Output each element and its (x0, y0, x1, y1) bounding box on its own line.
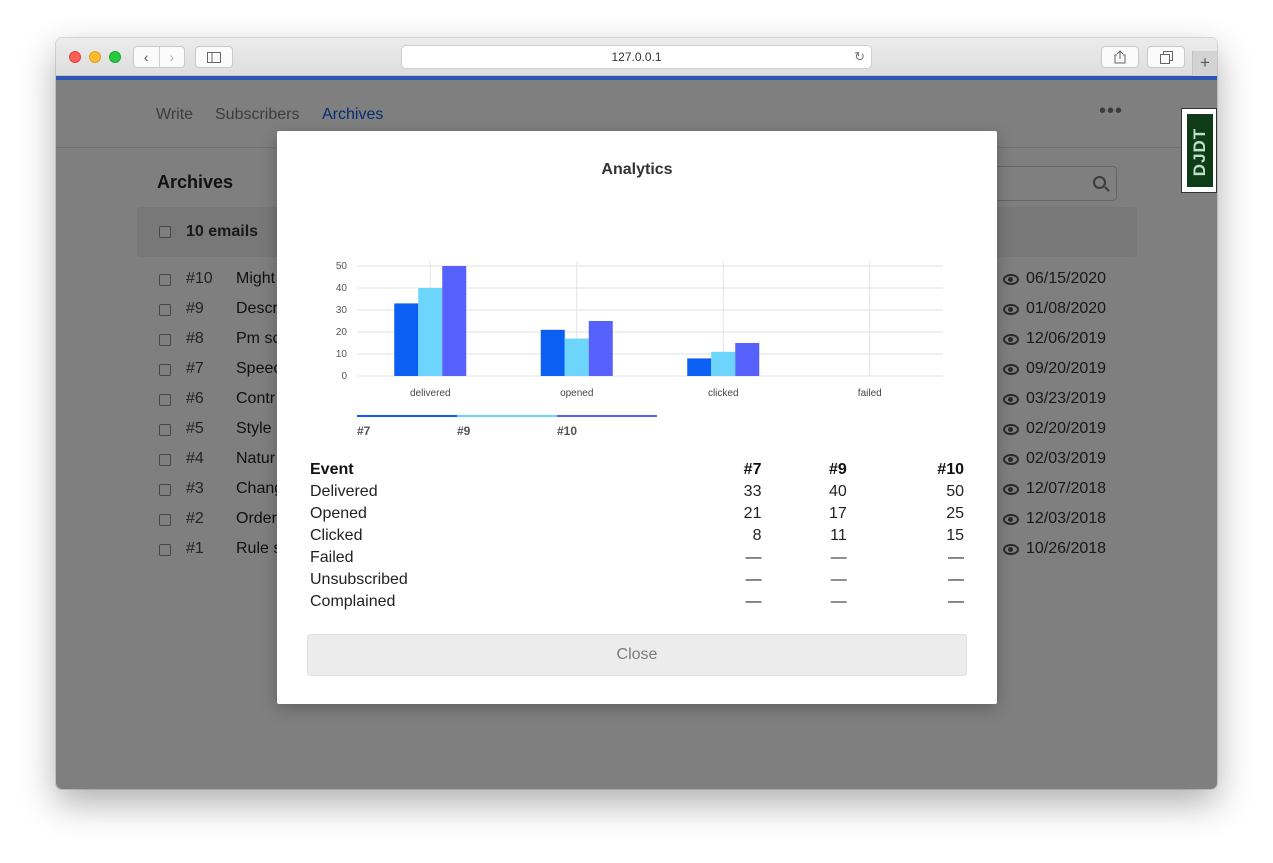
event-value-cell: — (948, 571, 964, 588)
header-event: Event (310, 461, 354, 478)
event-name-cell: Clicked (310, 527, 363, 544)
url-text: 127.0.0.1 (611, 50, 662, 64)
event-value-cell: — (830, 571, 847, 588)
event-name-cell: Delivered (310, 483, 378, 500)
djdt-toolbar-toggle[interactable]: DJDT (1181, 108, 1217, 193)
sidebar-toggle-button[interactable] (195, 46, 233, 68)
event-value-cell: — (830, 549, 847, 566)
y-tick-label: 30 (336, 305, 348, 316)
zoom-window-button[interactable] (109, 51, 121, 63)
reload-icon[interactable]: ↻ (854, 46, 865, 68)
djdt-label: DJDT (1190, 127, 1209, 177)
event-value-cell: 15 (946, 527, 964, 544)
y-tick-label: 0 (341, 371, 347, 382)
event-value-cell: — (745, 571, 762, 588)
event-value-cell: — (830, 593, 847, 610)
event-value-cell: 17 (828, 505, 847, 522)
event-value-cell: — (745, 593, 762, 610)
close-window-button[interactable] (69, 51, 81, 63)
bar-series-9-opened (564, 338, 589, 376)
event-name-cell: Complained (310, 593, 396, 610)
legend-label[interactable]: #10 (557, 424, 577, 438)
table-row: Unsubscribed — — — (307, 569, 967, 591)
share-icon (1114, 50, 1126, 64)
tabs-icon (1159, 50, 1173, 64)
event-value-cell: 8 (752, 527, 762, 544)
bar-series-10-delivered (442, 266, 467, 376)
bar-series-9-clicked (711, 351, 736, 376)
share-button[interactable] (1101, 46, 1139, 68)
x-tick-label: opened (560, 388, 593, 399)
back-icon[interactable]: ‹ (134, 47, 159, 67)
event-value-cell: — (948, 593, 964, 610)
x-tick-label: failed (858, 388, 882, 399)
event-value-cell: 21 (743, 505, 762, 522)
bar-series-10-opened (588, 321, 613, 376)
analytics-chart: 0 10 20 30 40 50 delivered opened clicked failed (336, 261, 943, 399)
legend-swatch[interactable] (557, 415, 657, 417)
table-row: Failed — — — (307, 547, 967, 569)
table-row: Complained — — — (307, 591, 967, 613)
table-row: Delivered 33 40 50 (307, 481, 967, 503)
legend-label[interactable]: #7 (357, 424, 370, 438)
bar-series-7-opened (540, 329, 565, 376)
event-name-cell: Failed (310, 549, 354, 566)
analytics-table: Event #7 #9 #10 Delivered 33 40 50 Opened 21 1… (307, 459, 967, 613)
event-value-cell: 50 (946, 483, 964, 500)
forward-icon[interactable]: › (158, 47, 185, 67)
close-button[interactable]: Close (307, 634, 967, 676)
event-name-cell: Opened (310, 505, 367, 522)
bar-series-9-delivered (418, 288, 443, 376)
sidebar-icon (207, 51, 221, 63)
header-10: #10 (937, 461, 964, 478)
tabs-overview-button[interactable] (1147, 46, 1185, 68)
history-nav: ‹ › (133, 46, 185, 68)
bar-series-7-clicked (687, 358, 712, 376)
event-name-cell: Unsubscribed (310, 571, 408, 588)
x-tick-label: clicked (708, 388, 739, 399)
x-tick-label: delivered (410, 388, 451, 399)
header-7: #7 (743, 461, 762, 478)
bar-series-7-delivered (394, 303, 419, 376)
event-value-cell: 33 (743, 483, 762, 500)
header-9: #9 (828, 461, 847, 478)
legend-swatch[interactable] (357, 415, 457, 417)
djdt-badge: DJDT (1187, 114, 1213, 187)
y-tick-label: 50 (336, 261, 348, 272)
event-value-cell: 25 (946, 505, 964, 522)
minimize-window-button[interactable] (89, 51, 101, 63)
event-value-cell: — (948, 549, 964, 566)
page-content: Write Subscribers Archives ••• Archives … (56, 80, 1217, 789)
browser-window: ‹ › 127.0.0.1 ↻ + Write Subscribers Arch… (56, 38, 1217, 789)
address-bar[interactable]: 127.0.0.1 ↻ (401, 45, 872, 69)
event-value-cell: — (745, 549, 762, 566)
y-tick-label: 20 (336, 327, 348, 338)
browser-titlebar: ‹ › 127.0.0.1 ↻ + (56, 38, 1217, 76)
event-value-cell: 11 (830, 527, 847, 544)
analytics-modal: Analytics 0 10 20 30 40 50 delivered opened clic… (277, 131, 997, 704)
table-header-row: Event #7 #9 #10 (307, 459, 967, 481)
y-tick-label: 10 (336, 349, 348, 360)
new-tab-button[interactable]: + (1192, 51, 1217, 76)
table-row: Clicked 8 11 15 (307, 525, 967, 547)
legend-swatch[interactable] (457, 415, 557, 417)
legend-label[interactable]: #9 (457, 424, 470, 438)
y-tick-label: 40 (336, 283, 348, 294)
bar-series-10-clicked (735, 343, 760, 376)
table-row: Opened 21 17 25 (307, 503, 967, 525)
event-value-cell: 40 (828, 483, 847, 500)
